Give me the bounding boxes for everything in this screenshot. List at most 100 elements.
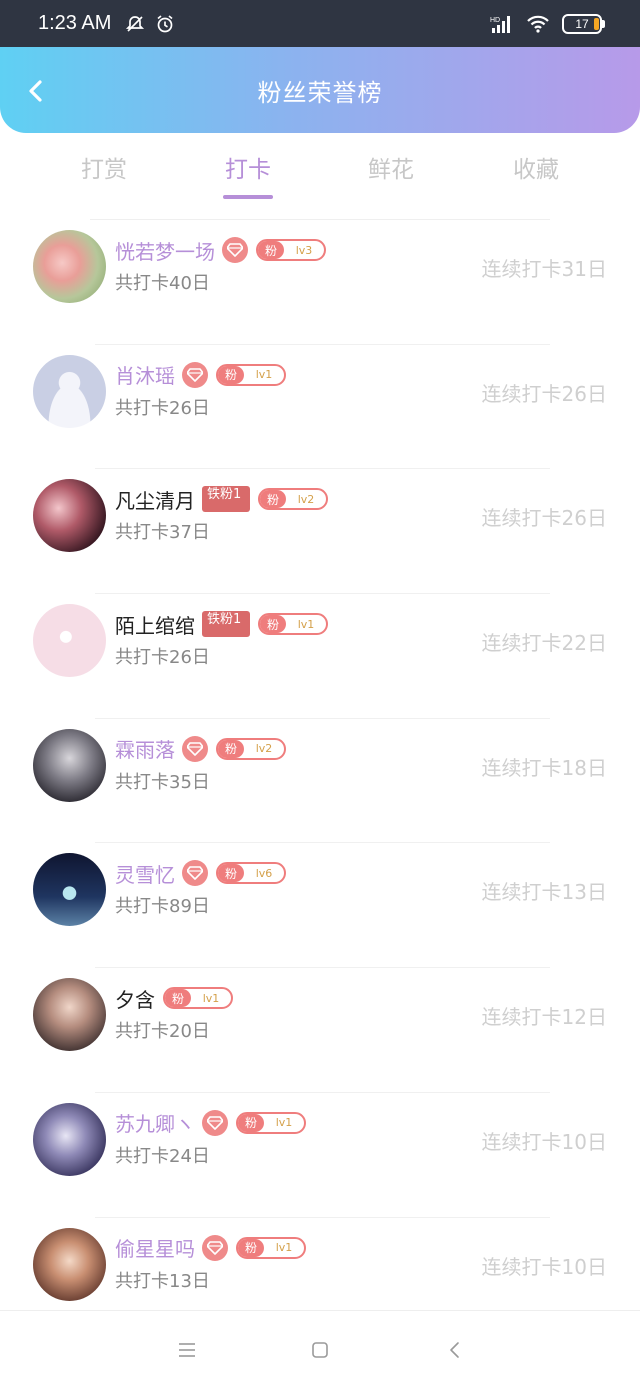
consecutive-checkins: 连续打卡26日 bbox=[481, 381, 607, 406]
network-type-label: HD bbox=[490, 17, 500, 24]
fan-level: lv1 bbox=[275, 1241, 293, 1254]
fan-level: lv1 bbox=[255, 368, 273, 382]
total-checkins: 共打卡24日 bbox=[115, 1145, 210, 1167]
name-line: 陌上绾绾 铁粉1 粉 lv1 bbox=[115, 609, 328, 639]
user-name[interactable]: 灵雪忆 bbox=[115, 859, 175, 888]
consecutive-checkins: 连续打卡31日 bbox=[481, 257, 607, 281]
list-item[interactable]: 夕含粉 lv1 共打卡20日 连续打卡12日 bbox=[0, 968, 640, 1093]
fan-level: lv1 bbox=[275, 1116, 293, 1130]
fan-level: lv1 bbox=[297, 617, 315, 631]
consecutive-checkins: 连续打卡10日 bbox=[481, 1129, 607, 1154]
fan-level: lv6 bbox=[255, 866, 273, 880]
name-line: 夕含粉 lv1 bbox=[115, 983, 233, 1013]
tab-checkin[interactable]: 打卡 bbox=[193, 150, 303, 184]
header-bar: 粉丝荣誉榜 bbox=[0, 47, 640, 133]
tab-reward[interactable]: 打赏 bbox=[49, 150, 159, 184]
battery-indicator: 17 bbox=[562, 13, 605, 34]
tab-favorites[interactable]: 收藏 bbox=[481, 150, 591, 184]
fan-label: 粉 bbox=[238, 1113, 264, 1132]
tab-flowers[interactable]: 鲜花 bbox=[336, 150, 446, 184]
user-name[interactable]: 凡尘清月 bbox=[115, 485, 195, 514]
user-name[interactable]: 偷星星吗 bbox=[115, 1233, 195, 1262]
battery-level: 17 bbox=[575, 16, 589, 31]
fan-label: 粉 bbox=[218, 739, 244, 758]
user-name[interactable]: 恍若梦一场 bbox=[115, 236, 215, 265]
fan-level-badge: 粉 lv1 bbox=[236, 1111, 306, 1134]
fan-label: 粉 bbox=[165, 989, 191, 1008]
diamond-icon bbox=[222, 237, 248, 263]
total-checkins: 共打卡26日 bbox=[115, 647, 210, 669]
active-tab-indicator bbox=[223, 195, 273, 199]
fan-level: lv2 bbox=[297, 492, 315, 506]
consecutive-checkins: 连续打卡12日 bbox=[481, 1005, 607, 1030]
user-name[interactable]: 苏九卿ヽ bbox=[115, 1108, 195, 1137]
list-item[interactable]: 陌上绾绾 铁粉1 粉 lv1 共打卡26日 连续打卡22日 bbox=[0, 594, 640, 719]
system-nav-bar bbox=[0, 1310, 640, 1387]
avatar[interactable] bbox=[33, 354, 106, 428]
name-line: 苏九卿ヽ 粉 lv1 bbox=[115, 1108, 306, 1138]
total-checkins: 共打卡89日 bbox=[115, 896, 210, 918]
total-checkins: 共打卡13日 bbox=[115, 1270, 210, 1292]
fan-level-badge: 粉 lv6 bbox=[216, 862, 286, 885]
fan-level-badge: 粉 lv3 bbox=[256, 239, 326, 261]
fan-level-badge: 粉 lv2 bbox=[216, 737, 286, 760]
avatar[interactable] bbox=[33, 853, 106, 927]
fan-label: 粉 bbox=[260, 490, 286, 509]
fan-level-badge: 粉 lv1 bbox=[236, 1236, 306, 1259]
diamond-icon bbox=[182, 860, 208, 887]
list-item[interactable]: 霖雨落 粉 lv2 共打卡35日 连续打卡18日 bbox=[0, 719, 640, 844]
user-name[interactable]: 陌上绾绾 bbox=[115, 610, 195, 639]
diamond-icon bbox=[202, 1234, 228, 1261]
diamond-icon bbox=[182, 735, 208, 762]
fan-level-badge: 粉 lv1 bbox=[216, 363, 286, 386]
back-icon[interactable] bbox=[444, 1339, 466, 1361]
list-item[interactable]: 恍若梦一场 粉 lv3 共打卡40日 连续打卡31日 bbox=[0, 220, 640, 345]
fan-label: 粉 bbox=[238, 1238, 264, 1257]
name-line: 恍若梦一场 粉 lv3 bbox=[115, 235, 326, 265]
avatar[interactable] bbox=[33, 1102, 106, 1176]
page-title: 粉丝荣誉榜 bbox=[257, 78, 383, 107]
avatar[interactable] bbox=[33, 1227, 106, 1301]
name-line: 偷星星吗 粉 lv1 bbox=[115, 1233, 306, 1263]
fan-level-badge: 粉 lv1 bbox=[258, 613, 328, 636]
user-name[interactable]: 肖沐瑶 bbox=[115, 360, 175, 389]
consecutive-checkins: 连续打卡10日 bbox=[481, 1254, 607, 1279]
battery-fill-icon bbox=[594, 17, 599, 30]
home-icon[interactable] bbox=[309, 1339, 331, 1361]
fan-label: 粉 bbox=[260, 615, 286, 634]
name-line: 肖沐瑶 粉 lv1 bbox=[115, 360, 286, 390]
wifi-icon bbox=[527, 15, 549, 33]
iron-fan-badge: 铁粉1 bbox=[202, 611, 250, 638]
user-name[interactable]: 霖雨落 bbox=[115, 734, 175, 763]
fan-level: lv3 bbox=[295, 243, 313, 257]
avatar[interactable] bbox=[33, 230, 106, 303]
iron-fan-badge: 铁粉1 bbox=[202, 486, 250, 513]
list-item[interactable]: 凡尘清月 铁粉1 粉 lv2 共打卡37日 连续打卡26日 bbox=[0, 469, 640, 595]
diamond-icon bbox=[182, 361, 208, 388]
back-arrow-icon[interactable] bbox=[22, 77, 50, 105]
alarm-icon bbox=[157, 14, 173, 32]
fan-label: 粉 bbox=[258, 241, 284, 259]
fan-level-badge: 粉 lv1 bbox=[163, 987, 233, 1010]
avatar[interactable] bbox=[33, 728, 106, 802]
fan-level-badge: 粉 lv2 bbox=[258, 488, 328, 511]
status-time: 1:23 AM bbox=[38, 12, 112, 34]
user-name[interactable]: 夕含 bbox=[115, 984, 155, 1013]
total-checkins: 共打卡26日 bbox=[115, 397, 210, 419]
total-checkins: 共打卡20日 bbox=[115, 1021, 210, 1043]
consecutive-checkins: 连续打卡26日 bbox=[481, 506, 607, 531]
avatar[interactable] bbox=[33, 978, 106, 1052]
total-checkins: 共打卡40日 bbox=[115, 273, 210, 294]
name-line: 霖雨落 粉 lv2 bbox=[115, 734, 286, 764]
fan-level: lv1 bbox=[202, 991, 220, 1005]
avatar[interactable] bbox=[33, 479, 106, 553]
fan-list: 恍若梦一场粉 lv3 共打卡40日 连续打卡31日 肖沐瑶粉 lv1 共打卡26日 连续打卡2… bbox=[0, 220, 640, 1343]
list-item[interactable]: 肖沐瑶 粉 lv1 共打卡26日 连续打卡26日 bbox=[0, 345, 640, 470]
menu-icon[interactable] bbox=[176, 1339, 198, 1361]
list-item[interactable]: 苏九卿ヽ 粉 lv1 共打卡24日 连续打卡10日 bbox=[0, 1093, 640, 1218]
list-item[interactable]: 灵雪忆 粉 lv6 共打卡89日 连续打卡13日 bbox=[0, 843, 640, 969]
consecutive-checkins: 连续打卡13日 bbox=[481, 880, 607, 905]
status-bar: 1:23 AM HD 17 bbox=[0, 0, 640, 47]
avatar[interactable] bbox=[33, 604, 106, 678]
tab-bar: 打赏 打卡 鲜花 收藏 bbox=[0, 140, 640, 204]
